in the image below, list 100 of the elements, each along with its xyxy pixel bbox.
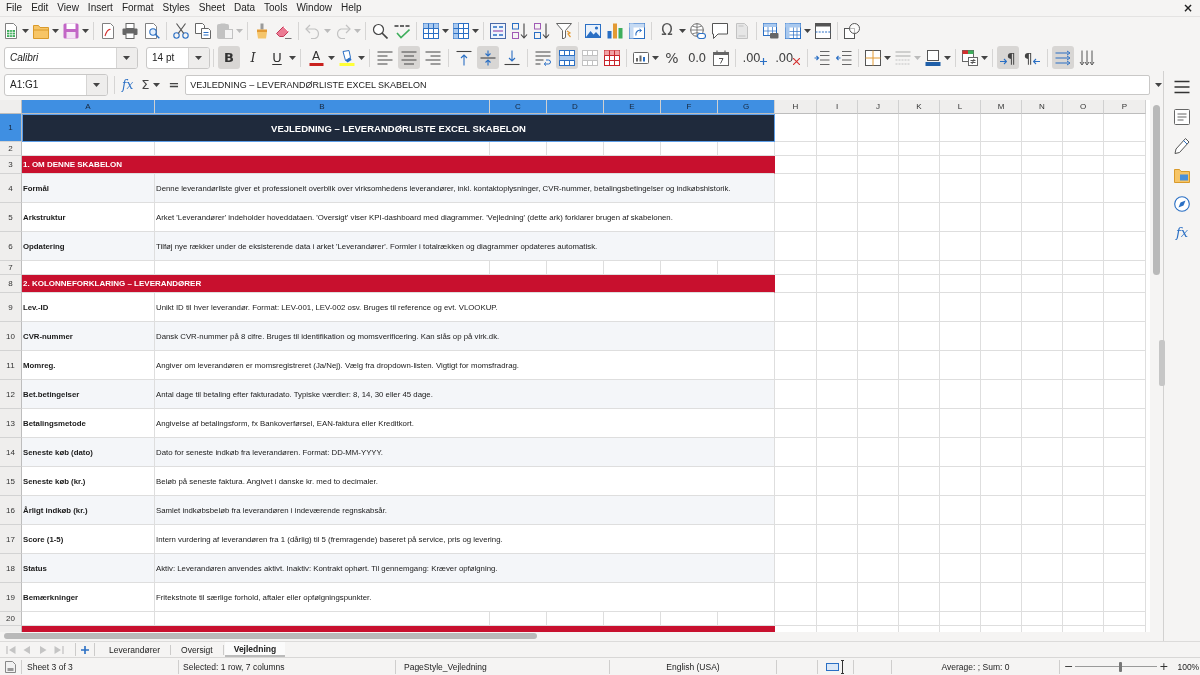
- column-header[interactable]: C: [490, 100, 547, 114]
- italic-button[interactable]: I: [242, 46, 264, 69]
- table-columns-icon[interactable]: [453, 22, 469, 39]
- sheet-tab[interactable]: Oversigt: [172, 642, 222, 657]
- scissors-icon[interactable]: [173, 22, 189, 39]
- scrollbar-thumb[interactable]: [4, 633, 537, 639]
- caret-icon[interactable]: [980, 55, 988, 60]
- caret-icon[interactable]: [195, 55, 202, 60]
- funnel-icon[interactable]: [556, 22, 572, 39]
- conditional-format-icon[interactable]: [961, 49, 978, 66]
- number-format-button[interactable]: 0.0: [685, 46, 709, 69]
- row-header[interactable]: 8: [0, 275, 22, 293]
- selection-mode-icon[interactable]: [826, 659, 845, 674]
- split-cells-icon[interactable]: [604, 49, 620, 66]
- column-header[interactable]: F: [661, 100, 718, 114]
- row-header[interactable]: 10: [0, 322, 22, 351]
- menu-item[interactable]: View: [52, 1, 84, 15]
- column-header[interactable]: L: [940, 100, 981, 114]
- column-header[interactable]: H: [775, 100, 817, 114]
- row-header[interactable]: 9: [0, 293, 22, 322]
- bar-chart-icon[interactable]: [607, 22, 623, 39]
- functions-tab[interactable]: fx: [1175, 226, 1189, 239]
- sort-descending-icon[interactable]: [534, 22, 550, 39]
- menu-item[interactable]: File: [1, 1, 27, 15]
- close-button[interactable]: ×: [1180, 1, 1195, 15]
- left-to-right-button[interactable]: ¶: [996, 46, 1019, 69]
- pen-icon[interactable]: [1174, 137, 1190, 154]
- menu-item[interactable]: Edit: [26, 1, 53, 15]
- table-rows-icon[interactable]: [423, 22, 439, 39]
- slider-thumb[interactable]: [1118, 661, 1122, 672]
- page-magnifier-icon[interactable]: [144, 22, 160, 39]
- row-header[interactable]: 20: [0, 612, 22, 626]
- special-character-button[interactable]: Ω: [656, 19, 678, 42]
- caret-icon[interactable]: [943, 55, 951, 60]
- column-header[interactable]: A: [22, 100, 155, 114]
- caret-icon[interactable]: [82, 28, 89, 33]
- sheet-tab[interactable]: Leverandører: [100, 642, 170, 657]
- language[interactable]: English (USA): [666, 661, 720, 672]
- borders-icon[interactable]: [864, 49, 881, 66]
- caret-icon[interactable]: [52, 28, 59, 33]
- row-header[interactable]: 16: [0, 496, 22, 525]
- zoom-out-button[interactable]: −: [1062, 661, 1076, 672]
- row-header[interactable]: 14: [0, 438, 22, 467]
- menu-item[interactable]: Data: [229, 1, 260, 15]
- globe-link-icon[interactable]: [690, 22, 706, 39]
- column-header[interactable]: E: [604, 100, 661, 114]
- bold-button[interactable]: B: [218, 46, 240, 69]
- caret-icon[interactable]: [358, 55, 365, 60]
- row-header[interactable]: 18: [0, 554, 22, 583]
- caret-icon[interactable]: [123, 55, 130, 60]
- zoom-in-button[interactable]: +: [1157, 661, 1171, 672]
- row-header[interactable]: 1: [0, 114, 22, 142]
- menu-item[interactable]: Tools: [259, 1, 292, 15]
- spellcheck-icon[interactable]: [394, 22, 410, 39]
- border-color-icon[interactable]: [924, 49, 941, 66]
- caret-icon[interactable]: [679, 28, 686, 33]
- font-name-field[interactable]: Calibri: [4, 46, 138, 69]
- column-header[interactable]: G: [718, 100, 775, 114]
- row-header[interactable]: 7: [0, 261, 22, 275]
- row-header[interactable]: 11: [0, 351, 22, 380]
- row-header[interactable]: 12: [0, 380, 22, 409]
- search-icon[interactable]: [372, 22, 388, 39]
- speech-bubble-icon[interactable]: [712, 22, 728, 39]
- menu-item[interactable]: Insert: [83, 1, 118, 15]
- column-header[interactable]: K: [899, 100, 940, 114]
- menu-item[interactable]: Sheet: [194, 1, 230, 15]
- menu-item[interactable]: Help: [336, 1, 367, 15]
- column-header[interactable]: N: [1022, 100, 1063, 114]
- copy-icon[interactable]: [195, 22, 211, 39]
- menu-item[interactable]: Format: [117, 1, 159, 15]
- document-icon[interactable]: [5, 660, 16, 673]
- font-color-button[interactable]: A: [305, 46, 327, 69]
- right-to-left-button[interactable]: ¶: [1020, 46, 1043, 69]
- row-header[interactable]: 15: [0, 467, 22, 496]
- name-box[interactable]: A1:G1: [4, 73, 108, 96]
- highlighter-icon[interactable]: [339, 49, 355, 66]
- pdf-document-icon[interactable]: [100, 22, 116, 39]
- sheet-tab[interactable]: Vejledning: [224, 642, 286, 657]
- caret-icon[interactable]: [1155, 82, 1162, 87]
- zoom-level[interactable]: 100%: [1177, 661, 1200, 672]
- column-header[interactable]: J: [858, 100, 899, 114]
- row-header[interactable]: 5: [0, 203, 22, 232]
- list-box-icon[interactable]: [490, 22, 506, 39]
- sidebar-handle[interactable]: [1159, 340, 1165, 386]
- column-header[interactable]: P: [1104, 100, 1146, 114]
- image-icon[interactable]: [585, 22, 601, 39]
- compass-icon[interactable]: [1174, 195, 1190, 212]
- formula-input[interactable]: VEJLEDNING – LEVERANDØRLISTE EXCEL SKABELON: [185, 74, 1150, 95]
- formula-button[interactable]: =: [166, 78, 182, 91]
- shapes-icon[interactable]: [844, 22, 860, 39]
- caret-icon[interactable]: [804, 28, 811, 33]
- new-spreadsheet-icon[interactable]: [3, 22, 19, 39]
- column-header[interactable]: B: [155, 100, 490, 114]
- image-folder-icon[interactable]: [1174, 166, 1190, 183]
- caret-icon[interactable]: [289, 55, 296, 60]
- text-horizontal-button[interactable]: [1051, 46, 1074, 69]
- column-header[interactable]: M: [981, 100, 1022, 114]
- add-decimal-button[interactable]: .00: [739, 46, 771, 69]
- caret-icon[interactable]: [93, 82, 100, 87]
- row-header[interactable]: 13: [0, 409, 22, 438]
